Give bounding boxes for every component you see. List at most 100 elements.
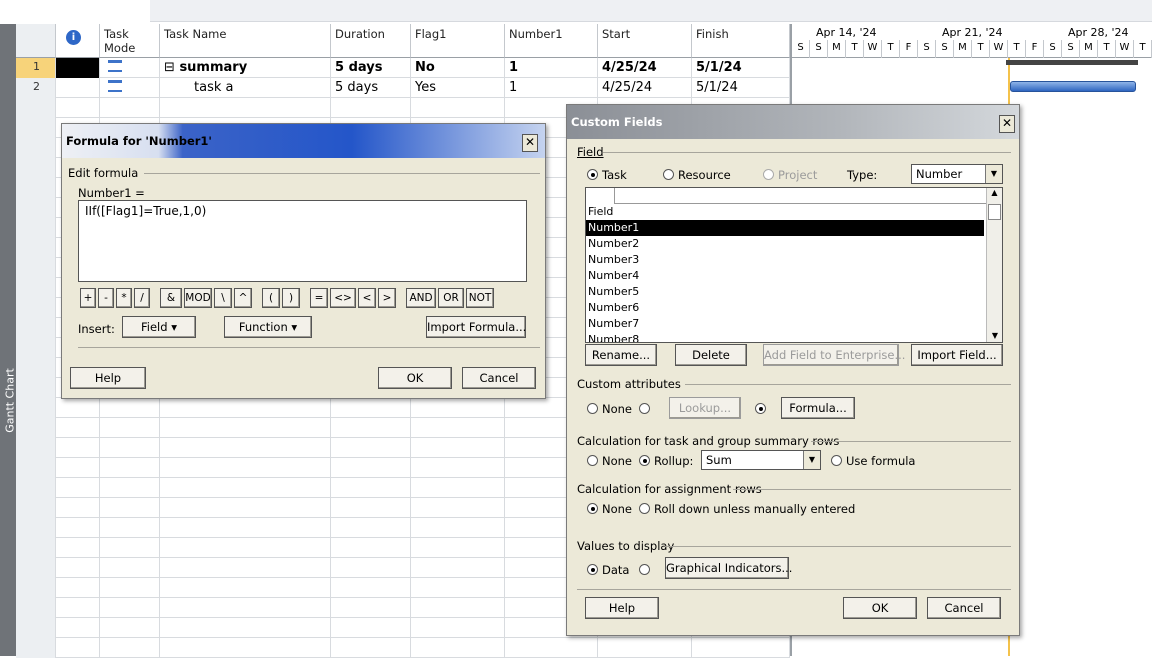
empty-cell[interactable] [100,638,160,658]
operator-button[interactable]: / [134,288,150,308]
operator-button[interactable]: ^ [234,288,252,308]
formula-input[interactable]: IIf([Flag1]=True,1,0) [78,200,527,282]
field-list-item[interactable]: Number2 [586,236,1002,252]
operator-button[interactable]: - [98,288,114,308]
empty-cell[interactable] [411,438,505,458]
roll-down-radio[interactable]: Roll down unless manually entered [639,502,855,516]
close-icon[interactable]: ✕ [522,134,538,152]
empty-cell[interactable] [56,398,100,418]
empty-cell[interactable] [331,578,411,598]
data-radio[interactable]: Data [587,563,629,577]
help-button[interactable]: Help [585,597,659,619]
empty-cell[interactable] [331,518,411,538]
empty-cell[interactable] [331,458,411,478]
empty-cell[interactable] [56,438,100,458]
column-header-number1[interactable]: Number1 [505,24,598,58]
finish-cell[interactable]: 5/1/24 [692,78,790,98]
empty-cell[interactable] [56,598,100,618]
empty-cell[interactable] [160,98,331,118]
empty-cell[interactable] [16,278,56,298]
empty-cell[interactable] [16,578,56,598]
empty-cell[interactable] [160,598,331,618]
empty-cell[interactable] [100,558,160,578]
empty-cell[interactable] [56,638,100,658]
empty-cell[interactable] [56,418,100,438]
empty-cell[interactable] [100,578,160,598]
empty-cell[interactable] [411,518,505,538]
operator-button[interactable]: MOD [184,288,212,308]
field-list-item[interactable]: Number1 [586,220,984,236]
empty-cell[interactable] [16,178,56,198]
empty-cell[interactable] [16,198,56,218]
rollup-radio[interactable]: Rollup: [639,454,693,468]
start-cell[interactable]: 4/25/24 [598,78,692,98]
operator-button[interactable]: ( [262,288,280,308]
empty-cell[interactable] [56,458,100,478]
duration-cell[interactable]: 5 days [331,58,411,78]
collapse-icon[interactable]: ⊟ [164,60,175,75]
column-header-flag1[interactable]: Flag1 [411,24,505,58]
summary-bar[interactable] [1006,60,1138,65]
none-assignment-radio[interactable]: None [587,502,632,516]
empty-cell[interactable] [56,498,100,518]
empty-cell[interactable] [331,598,411,618]
empty-cell[interactable] [16,598,56,618]
empty-cell[interactable] [160,438,331,458]
task-radio[interactable]: Task [587,168,627,182]
empty-cell[interactable] [411,598,505,618]
table-row[interactable]: 1 ⊟ summary 5 days No 1 4/25/24 5/1/24 [16,58,790,78]
empty-cell[interactable] [100,618,160,638]
empty-cell[interactable] [160,558,331,578]
none-summary-radio[interactable]: None [587,454,632,468]
empty-cell[interactable] [16,378,56,398]
rename-button[interactable]: Rename... [585,344,657,366]
empty-cell[interactable] [411,638,505,658]
help-button[interactable]: Help [70,367,146,389]
empty-cell[interactable] [411,478,505,498]
operator-button[interactable]: NOT [466,288,494,308]
row-number[interactable]: 2 [16,78,56,98]
empty-cell[interactable] [16,558,56,578]
lookup-radio[interactable] [639,402,654,416]
empty-cell[interactable] [56,98,100,118]
empty-cell[interactable] [16,458,56,478]
flag1-cell[interactable]: No [411,58,505,78]
empty-cell[interactable] [16,138,56,158]
empty-cell[interactable] [16,338,56,358]
empty-cell[interactable] [56,578,100,598]
empty-cell[interactable] [56,478,100,498]
operator-button[interactable]: > [378,288,396,308]
empty-cell[interactable] [16,638,56,658]
operator-button[interactable]: OR [438,288,464,308]
indicator-cell[interactable] [56,78,100,98]
empty-cell[interactable] [331,438,411,458]
empty-cell[interactable] [160,418,331,438]
column-header-start[interactable]: Start [598,24,692,58]
empty-cell[interactable] [160,538,331,558]
empty-cell[interactable] [16,478,56,498]
empty-cell[interactable] [56,518,100,538]
empty-cell[interactable] [56,558,100,578]
resource-radio[interactable]: Resource [663,168,731,182]
table-row[interactable]: 2 task a 5 days Yes 1 4/25/24 5/1/24 [16,78,790,98]
operator-button[interactable]: & [160,288,182,308]
start-cell[interactable]: 4/25/24 [598,58,692,78]
empty-cell[interactable] [16,318,56,338]
operator-button[interactable]: = [310,288,328,308]
view-bar[interactable]: Gantt Chart [0,24,17,656]
number1-cell[interactable]: 1 [505,58,598,78]
empty-cell[interactable] [160,578,331,598]
operator-button[interactable]: \ [214,288,232,308]
operator-button[interactable]: ) [282,288,300,308]
empty-cell[interactable] [331,418,411,438]
operator-button[interactable]: <> [330,288,356,308]
finish-cell[interactable]: 5/1/24 [692,58,790,78]
scroll-thumb[interactable] [988,204,1001,220]
field-button[interactable]: Field ▾ [122,316,196,338]
task-name-cell[interactable]: ⊟ summary [160,58,331,78]
empty-cell[interactable] [16,618,56,638]
empty-cell[interactable] [331,98,411,118]
empty-cell[interactable] [160,498,331,518]
empty-cell[interactable] [331,638,411,658]
empty-cell[interactable] [331,558,411,578]
